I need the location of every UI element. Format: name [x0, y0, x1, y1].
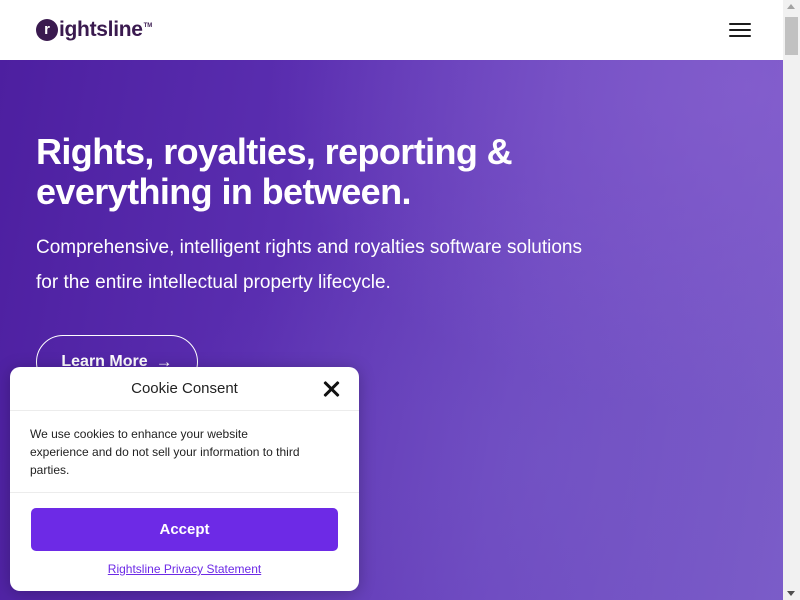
privacy-statement-link[interactable]: Rightsline Privacy Statement [10, 562, 359, 576]
cookie-consent-message: We use cookies to enhance your website e… [30, 427, 300, 477]
cookie-consent-header: Cookie Consent [10, 367, 359, 411]
logo-text: ightsline [59, 18, 143, 41]
menu-bar [729, 35, 751, 37]
hamburger-menu-icon[interactable] [729, 21, 751, 39]
site-header: r ightsline TM [0, 0, 783, 60]
logo-mark-icon: r [36, 19, 58, 41]
cookie-consent-body: We use cookies to enhance your website e… [10, 411, 359, 493]
accept-button[interactable]: Accept [31, 508, 338, 551]
cookie-consent-title: Cookie Consent [131, 380, 238, 397]
scroll-thumb[interactable] [785, 17, 798, 55]
hero-heading: Rights, royalties, reporting & everythin… [36, 131, 513, 212]
menu-bar [729, 29, 751, 31]
scroll-up-arrow-icon[interactable] [787, 4, 795, 9]
close-icon[interactable] [323, 380, 341, 398]
logo-mark-letter: r [44, 20, 50, 38]
scroll-down-arrow-icon[interactable] [787, 591, 795, 596]
cookie-consent-dialog: Cookie Consent We use cookies to enhance… [10, 367, 359, 591]
menu-bar [729, 23, 751, 25]
rightsline-logo[interactable]: r ightsline TM [36, 18, 152, 42]
logo-trademark: TM [143, 23, 153, 29]
vertical-scrollbar[interactable] [783, 0, 800, 600]
hero-subheading: Comprehensive, intelligent rights and ro… [36, 237, 582, 293]
